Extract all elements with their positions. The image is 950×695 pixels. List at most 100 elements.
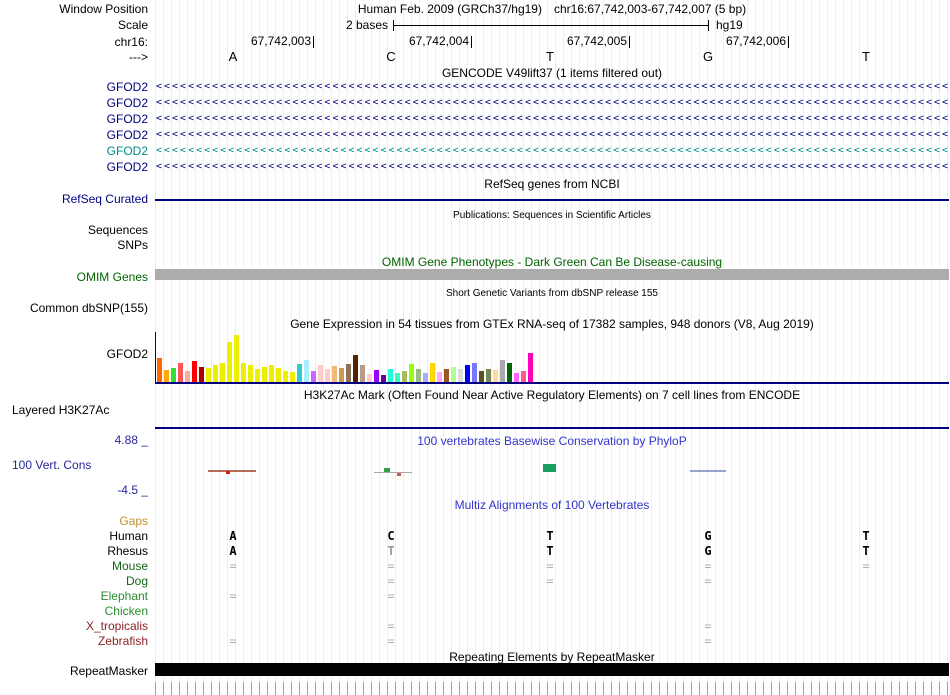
gtex-bar[interactable]: [416, 369, 421, 382]
multiz-species-label-elephant[interactable]: Elephant: [0, 589, 148, 603]
multiz-species-label-zebrafish[interactable]: Zebrafish: [0, 634, 148, 648]
gtex-bar[interactable]: [409, 364, 414, 382]
gtex-header[interactable]: Gene Expression in 54 tissues from GTEx …: [155, 317, 949, 331]
gtex-bar[interactable]: [353, 355, 358, 382]
refseq-curated-track[interactable]: [155, 199, 949, 201]
gtex-bar[interactable]: [164, 370, 169, 382]
gtex-bar[interactable]: [262, 367, 267, 382]
h3k27ac-baseline[interactable]: [155, 427, 949, 429]
gtex-bar[interactable]: [465, 365, 470, 382]
dbsnp-header[interactable]: Short Genetic Variants from dbSNP releas…: [155, 287, 949, 301]
gtex-bar[interactable]: [500, 360, 505, 382]
repeatmasker-label[interactable]: RepeatMasker: [0, 664, 148, 678]
snps-label[interactable]: SNPs: [0, 238, 148, 252]
gencode-transcript-arrows[interactable]: <<<<<<<<<<<<<<<<<<<<<<<<<<<<<<<<<<<<<<<<…: [156, 80, 948, 94]
gtex-bar[interactable]: [493, 370, 498, 382]
phylop-track-label[interactable]: 100 Vert. Cons: [12, 458, 91, 472]
phylop-mark[interactable]: [226, 471, 230, 474]
gtex-bar[interactable]: [185, 371, 190, 382]
phylop-mark[interactable]: [374, 472, 412, 473]
omim-header[interactable]: OMIM Gene Phenotypes - Dark Green Can Be…: [155, 255, 949, 269]
omim-genes-track[interactable]: [155, 269, 949, 280]
gtex-bar[interactable]: [479, 371, 484, 382]
gtex-bar[interactable]: [374, 370, 379, 382]
gtex-bar[interactable]: [325, 369, 330, 382]
multiz-species-label-rhesus[interactable]: Rhesus: [0, 544, 148, 558]
refseq-curated-label[interactable]: RefSeq Curated: [0, 192, 148, 206]
sequences-label[interactable]: Sequences: [0, 223, 148, 237]
gtex-bar[interactable]: [290, 372, 295, 382]
gtex-bar[interactable]: [297, 364, 302, 382]
multiz-species-label-x_tropicalis[interactable]: X_tropicalis: [0, 619, 148, 633]
multiz-species-label-chicken[interactable]: Chicken: [0, 604, 148, 618]
gtex-bar[interactable]: [402, 371, 407, 382]
gtex-bar[interactable]: [388, 369, 393, 382]
gencode-transcript-arrows[interactable]: <<<<<<<<<<<<<<<<<<<<<<<<<<<<<<<<<<<<<<<<…: [156, 112, 948, 126]
gtex-bar[interactable]: [451, 367, 456, 382]
gtex-bar[interactable]: [206, 368, 211, 382]
gencode-gene-label[interactable]: GFOD2: [0, 96, 148, 110]
gtex-bar[interactable]: [283, 371, 288, 382]
gencode-gene-label[interactable]: GFOD2: [0, 144, 148, 158]
gencode-transcript-arrows[interactable]: <<<<<<<<<<<<<<<<<<<<<<<<<<<<<<<<<<<<<<<<…: [156, 144, 948, 158]
gtex-bar[interactable]: [507, 363, 512, 382]
gtex-bar[interactable]: [339, 368, 344, 382]
publications-header[interactable]: Publications: Sequences in Scientific Ar…: [155, 209, 949, 223]
gtex-bar[interactable]: [213, 365, 218, 382]
gtex-bar[interactable]: [318, 365, 323, 382]
phylop-mark[interactable]: [397, 473, 401, 476]
gtex-bar[interactable]: [444, 369, 449, 382]
gtex-bar[interactable]: [199, 367, 204, 382]
gtex-bar[interactable]: [304, 360, 309, 382]
gtex-bar[interactable]: [346, 364, 351, 382]
gencode-transcript-arrows[interactable]: <<<<<<<<<<<<<<<<<<<<<<<<<<<<<<<<<<<<<<<<…: [156, 96, 948, 110]
gtex-bar[interactable]: [360, 365, 365, 382]
gencode-gene-label[interactable]: GFOD2: [0, 112, 148, 126]
phylop-mark[interactable]: [384, 468, 390, 472]
gtex-bar[interactable]: [241, 363, 246, 382]
gtex-gene-label[interactable]: GFOD2: [0, 347, 148, 361]
phylop-mark[interactable]: [543, 464, 556, 472]
gencode-gene-label[interactable]: GFOD2: [0, 128, 148, 142]
gtex-bar[interactable]: [178, 363, 183, 382]
refseq-header[interactable]: RefSeq genes from NCBI: [155, 177, 949, 191]
gtex-bar[interactable]: [437, 372, 442, 382]
gtex-bar[interactable]: [472, 363, 477, 382]
gencode-transcript-arrows[interactable]: <<<<<<<<<<<<<<<<<<<<<<<<<<<<<<<<<<<<<<<<…: [156, 160, 948, 174]
gtex-bar[interactable]: [528, 353, 533, 382]
phylop-mark[interactable]: [208, 470, 256, 472]
repeatmasker-track[interactable]: [155, 663, 949, 676]
gtex-bar[interactable]: [255, 369, 260, 382]
gtex-bar[interactable]: [423, 373, 428, 382]
repeatmasker-header[interactable]: Repeating Elements by RepeatMasker: [155, 650, 949, 664]
gtex-bar[interactable]: [276, 368, 281, 382]
multiz-species-label-dog[interactable]: Dog: [0, 574, 148, 588]
gtex-bar[interactable]: [227, 342, 232, 382]
multiz-species-label-mouse[interactable]: Mouse: [0, 559, 148, 573]
gtex-bar[interactable]: [234, 335, 239, 382]
omim-genes-label[interactable]: OMIM Genes: [0, 270, 148, 284]
gtex-bar[interactable]: [514, 373, 519, 382]
gtex-bar[interactable]: [332, 366, 337, 382]
gtex-bar[interactable]: [171, 368, 176, 382]
multiz-header[interactable]: Multiz Alignments of 100 Vertebrates: [155, 498, 949, 512]
gtex-bar[interactable]: [395, 373, 400, 382]
phylop-header[interactable]: 100 vertebrates Basewise Conservation by…: [155, 434, 949, 448]
gtex-bar[interactable]: [248, 365, 253, 382]
gtex-bar[interactable]: [430, 363, 435, 382]
gtex-bar[interactable]: [192, 361, 197, 382]
gencode-gene-label[interactable]: GFOD2: [0, 160, 148, 174]
gtex-bar[interactable]: [157, 358, 162, 382]
h3k27ac-header[interactable]: H3K27Ac Mark (Often Found Near Active Re…: [155, 388, 949, 402]
phylop-mark[interactable]: [690, 470, 726, 472]
gtex-bar[interactable]: [269, 365, 274, 382]
gtex-bar[interactable]: [486, 369, 491, 382]
gencode-gene-label[interactable]: GFOD2: [0, 80, 148, 94]
h3k27ac-track-label[interactable]: Layered H3K27Ac: [12, 403, 109, 417]
gencode-header[interactable]: GENCODE V49lift37 (1 items filtered out): [155, 66, 949, 80]
gtex-bar[interactable]: [367, 374, 372, 382]
gtex-bar[interactable]: [458, 369, 463, 382]
gtex-bar[interactable]: [220, 363, 225, 382]
multiz-species-label-human[interactable]: Human: [0, 529, 148, 543]
multiz-species-label-gaps[interactable]: Gaps: [0, 514, 148, 528]
